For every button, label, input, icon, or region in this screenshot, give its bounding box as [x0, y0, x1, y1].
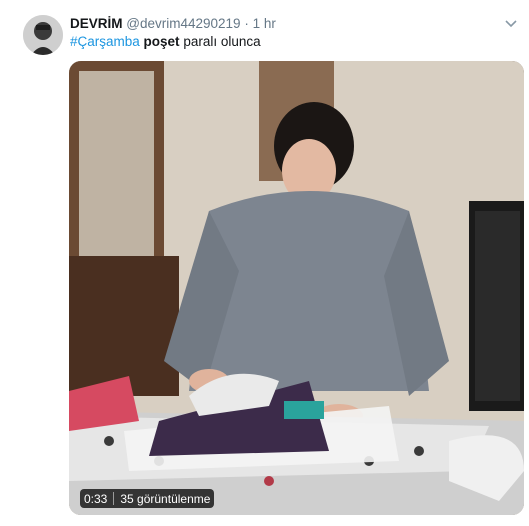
- separator-dot: ·: [244, 16, 249, 31]
- video-player[interactable]: [69, 61, 524, 515]
- user-handle[interactable]: @devrim44290219: [126, 16, 240, 31]
- hashtag-link[interactable]: #Çarşamba: [70, 34, 140, 49]
- video-info-badge: 0:33 35 görüntülenme: [80, 489, 215, 508]
- tweet-header: DEVRİM @devrim44290219 · 1 hr: [70, 16, 276, 34]
- display-name[interactable]: DEVRİM: [70, 16, 123, 31]
- video-frame: [69, 61, 524, 515]
- badge-divider: [113, 492, 115, 505]
- tweet-card[interactable]: DEVRİM @devrim44290219 · 1 hr #Çarşamba …: [0, 0, 529, 526]
- chevron-down-icon[interactable]: [503, 15, 519, 31]
- avatar[interactable]: [23, 15, 63, 55]
- tweet-text: #Çarşamba poşet paralı olunca: [70, 34, 261, 49]
- tweet-text-rest: paralı olunca: [183, 34, 261, 49]
- timestamp[interactable]: 1 hr: [253, 16, 276, 31]
- bold-word: poşet: [143, 34, 180, 49]
- video-duration: 0:33: [84, 491, 108, 506]
- view-count: 35 görüntülenme: [120, 491, 211, 506]
